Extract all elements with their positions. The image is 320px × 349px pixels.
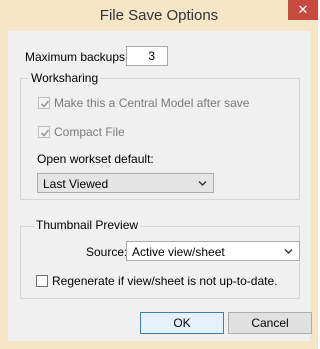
regenerate-checkbox[interactable] (36, 275, 48, 287)
source-select[interactable]: Active view/sheet (126, 241, 300, 261)
close-icon: ✕ (297, 2, 309, 17)
ok-button[interactable]: OK (140, 312, 224, 334)
open-workset-default-select[interactable]: Last Viewed (37, 173, 214, 193)
checkmark-icon (40, 129, 50, 137)
cancel-button[interactable]: Cancel (228, 312, 312, 334)
central-model-checkbox[interactable] (38, 97, 50, 109)
open-workset-default-value: Last Viewed (43, 177, 109, 191)
open-workset-default-label: Open workset default: (37, 152, 154, 166)
maximum-backups-label: Maximum backups: (25, 50, 129, 64)
title-bar[interactable]: File Save Options ✕ (0, 0, 318, 31)
source-label: Source: (86, 245, 128, 259)
maximum-backups-input[interactable]: 3 (126, 46, 168, 66)
central-model-label: Make this a Central Model after save (54, 96, 250, 110)
chevron-down-icon (198, 181, 207, 186)
close-button[interactable]: ✕ (288, 0, 318, 20)
compact-file-checkbox[interactable] (38, 126, 50, 138)
chevron-down-icon (284, 249, 293, 254)
thumbnail-preview-legend: Thumbnail Preview (34, 218, 141, 232)
dialog-title: File Save Options (99, 7, 219, 24)
worksharing-legend: Worksharing (29, 71, 101, 85)
thumbnail-preview-group (20, 226, 300, 299)
regenerate-label: Regenerate if view/sheet is not up-to-da… (52, 274, 278, 288)
source-value: Active view/sheet (132, 245, 225, 259)
checkmark-icon (40, 100, 50, 108)
compact-file-label: Compact File (54, 125, 125, 139)
file-save-options-dialog: File Save Options ✕ Maximum backups: 3 W… (0, 0, 318, 349)
